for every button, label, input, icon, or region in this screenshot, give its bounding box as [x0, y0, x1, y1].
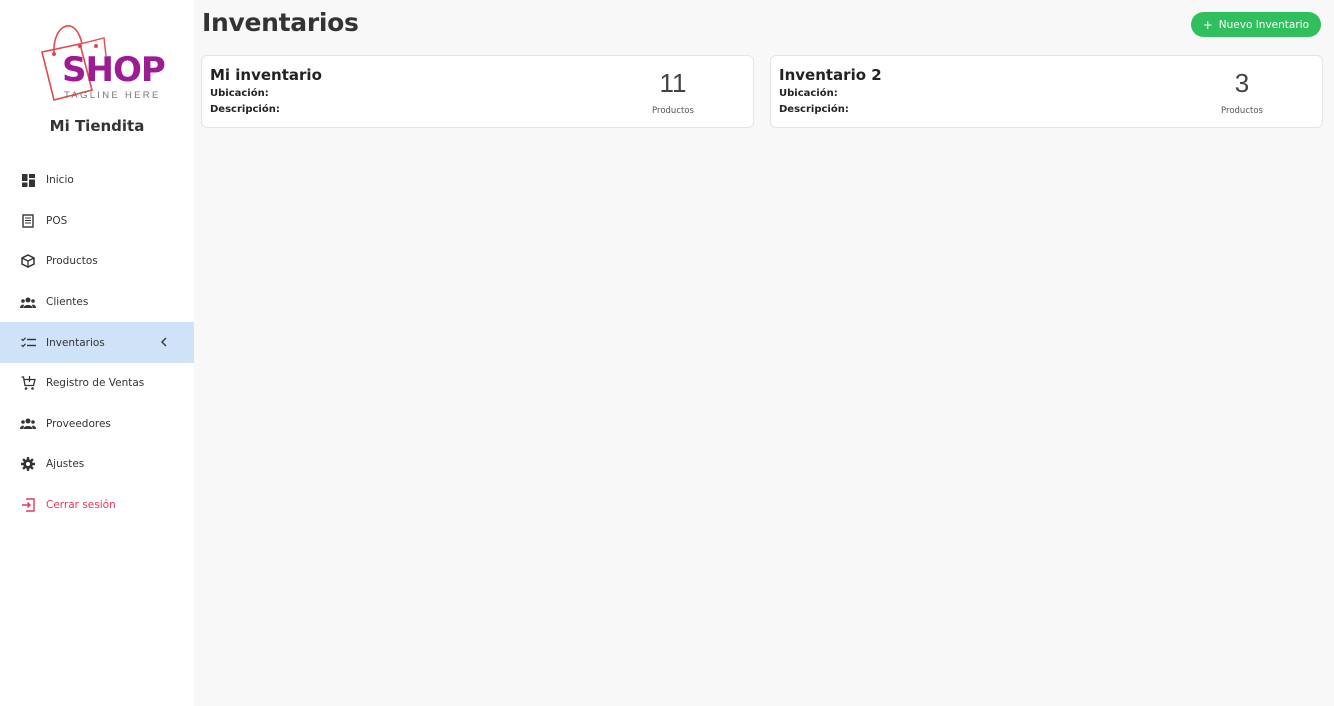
store-name: Mi Tiendita — [49, 117, 145, 135]
checklist-icon — [20, 335, 36, 351]
sidebar-item-pos[interactable]: POS — [0, 201, 194, 242]
sidebar: SHOP TAGLINE HERE Mi Tiendita Inicio POS… — [0, 0, 194, 706]
sidebar-item-productos[interactable]: Productos — [0, 241, 194, 282]
inventory-product-unit: Productos — [652, 106, 694, 116]
box-icon — [20, 253, 36, 269]
sidebar-item-ajustes[interactable]: Ajustes — [0, 444, 194, 485]
main-content: Inventarios + Nuevo Inventario Mi invent… — [194, 0, 1334, 706]
inventory-name: Inventario 2 — [779, 66, 882, 84]
page-title: Inventarios — [202, 8, 359, 37]
chevron-left-icon[interactable] — [158, 335, 170, 349]
sidebar-item-clientes[interactable]: Clientes — [0, 282, 194, 323]
gear-icon — [20, 456, 36, 472]
logo-text: SHOP — [62, 50, 166, 90]
sidebar-item-label: Productos — [46, 255, 98, 268]
inventory-description-label: Descripción: — [779, 104, 849, 115]
inventory-product-unit: Productos — [1221, 106, 1263, 116]
sidebar-item-label: Cerrar sesión — [46, 499, 116, 512]
inventory-product-count: 3 — [1234, 68, 1250, 98]
logout-icon — [20, 497, 36, 513]
sidebar-nav: Inicio POS Productos Clientes Inventario… — [0, 160, 194, 525]
sidebar-item-cerrar-sesion[interactable]: Cerrar sesión — [0, 485, 194, 526]
cart-icon — [20, 375, 36, 391]
sidebar-item-label: POS — [46, 214, 68, 227]
inventory-card[interactable]: Inventario 2 Ubicación: Descripción: 3 P… — [770, 55, 1323, 128]
sidebar-item-label: Inicio — [46, 174, 74, 187]
sidebar-item-label: Clientes — [46, 296, 89, 309]
dashboard-icon — [20, 172, 36, 188]
users-icon — [20, 416, 36, 432]
inventory-card[interactable]: Mi inventario Ubicación: Descripción: 11… — [201, 55, 754, 128]
sidebar-item-registro-de-ventas[interactable]: Registro de Ventas — [0, 363, 194, 404]
plus-icon: + — [1202, 17, 1213, 32]
sidebar-item-proveedores[interactable]: Proveedores — [0, 404, 194, 445]
inventory-product-count: 11 — [659, 68, 687, 98]
receipt-icon — [20, 213, 36, 229]
logo-tagline: TAGLINE HERE — [64, 90, 161, 101]
new-inventory-button[interactable]: + Nuevo Inventario — [1190, 12, 1321, 37]
sidebar-item-label: Ajustes — [46, 458, 85, 471]
inventory-location-label: Ubicación: — [210, 88, 269, 99]
sidebar-item-inventarios[interactable]: Inventarios — [0, 322, 194, 363]
inventory-name: Mi inventario — [210, 66, 322, 84]
sidebar-item-inicio[interactable]: Inicio — [0, 160, 194, 201]
users-icon — [20, 294, 36, 310]
sidebar-item-label: Proveedores — [46, 417, 111, 430]
sidebar-item-label: Registro de Ventas — [46, 377, 145, 390]
new-inventory-button-label: Nuevo Inventario — [1218, 18, 1309, 31]
inventory-location-label: Ubicación: — [779, 88, 838, 99]
sidebar-item-label: Inventarios — [46, 336, 105, 349]
inventory-description-label: Descripción: — [210, 104, 280, 115]
